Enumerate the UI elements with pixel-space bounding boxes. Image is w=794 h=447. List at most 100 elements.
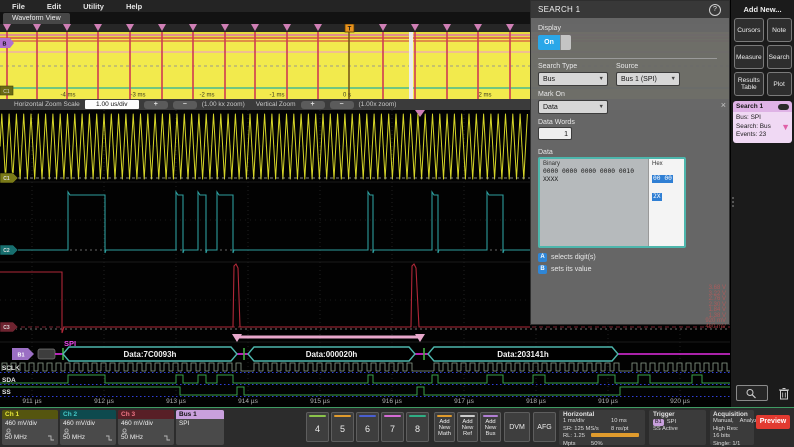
bus1-channel-badge-label: B1: [17, 353, 24, 359]
note-button[interactable]: Note: [767, 18, 792, 42]
data-entry-box[interactable]: Binary 0000 0000 0000 0000 0010 XXXX Hex…: [538, 157, 686, 248]
search1-card-title: Search 1: [736, 103, 763, 110]
binary-value[interactable]: 0000 0000 0000 0000 0010 XXXX: [543, 168, 645, 184]
search-dialog: SEARCH 1 ? Display On Search Type Bus▼ S…: [530, 0, 730, 325]
channel-7-button[interactable]: 7: [381, 412, 404, 442]
time-axis-label: 920 µs: [670, 398, 690, 405]
menu-file[interactable]: File: [12, 2, 25, 11]
ch3-scale-labels: 3.68 V3.22 V2.76 V2.30 V1.84 V1.38 V920 …: [694, 286, 726, 330]
acquisition-panel[interactable]: Acquisition Manual,Analyze High Res: 16 …: [710, 410, 754, 445]
overview-axis-label: 2 ms: [478, 93, 491, 99]
binary-pane: Binary 0000 0000 0000 0000 0010 XXXX: [540, 159, 648, 246]
menu-help[interactable]: Help: [126, 2, 142, 11]
data-words-input[interactable]: 1: [538, 127, 572, 140]
search-type-label: Search Type: [538, 63, 577, 70]
hzoom-value-input[interactable]: 1.00 us/div: [85, 100, 139, 109]
channel-5-button[interactable]: 5: [331, 412, 354, 442]
ss-label: SS: [2, 389, 11, 396]
c1-channel-badge-label: C1: [3, 176, 10, 182]
trigger-source-badge: B1: [653, 419, 664, 426]
hzoom-plus-button[interactable]: +: [144, 101, 168, 109]
bandwidth-icon: [105, 435, 113, 441]
channel-6-button[interactable]: 6: [356, 412, 379, 442]
time-axis-label: 911 µs: [22, 398, 42, 405]
vzoom-minus-button[interactable]: −: [330, 101, 354, 109]
search-dialog-header[interactable]: SEARCH 1 ?: [531, 1, 729, 18]
overview-axis-label: -1 ms: [270, 93, 285, 99]
bus-event-tick: [243, 348, 245, 360]
ch2-badge[interactable]: Ch 2 460 mV/div 50 MHz: [60, 410, 116, 445]
overview-axis-label: -4 ms: [61, 93, 76, 99]
cursors-button[interactable]: Cursors: [734, 18, 764, 42]
vzoom-factor: (1.00x zoom): [359, 101, 397, 108]
ch3-badge[interactable]: Ch 3 460 mV/div 50 MHz: [118, 410, 174, 445]
source-dropdown[interactable]: Bus 1 (SPI)▼: [616, 72, 680, 86]
source-label: Source: [616, 63, 638, 70]
channel-8-button[interactable]: 8: [406, 412, 429, 442]
knob-b-icon: B: [538, 265, 547, 274]
bandwidth-icon: [163, 435, 171, 441]
bus-packet-label: Data:7C0093h: [124, 350, 177, 359]
menu-utility[interactable]: Utility: [83, 2, 104, 11]
search-zoom-button[interactable]: [736, 385, 768, 401]
help-icon[interactable]: ?: [709, 4, 721, 16]
oscilloscope-app: File Edit Utility Help Waveform View TBC…: [0, 0, 794, 447]
plot-button[interactable]: Plot: [767, 72, 792, 96]
hzoom-minus-button[interactable]: −: [173, 101, 197, 109]
ch1-badge[interactable]: Ch 1 460 mV/div 50 MHz: [2, 410, 58, 445]
add-new-ref-button[interactable]: Add New Ref: [457, 412, 478, 442]
zoom-window-handle[interactable]: [409, 32, 413, 99]
search1-result-card[interactable]: Search 1 Bus: SPI Search: Bus Events: 23…: [733, 101, 792, 143]
time-axis-label: 915 µs: [310, 398, 330, 405]
sidebar-grip-handle[interactable]: [732, 195, 734, 209]
tab-waveform-view[interactable]: Waveform View: [3, 13, 70, 24]
binary-label: Binary: [543, 161, 645, 167]
chevron-down-icon: ▼: [599, 101, 604, 114]
overview-axis-label: -3 ms: [131, 93, 146, 99]
search-type-dropdown[interactable]: Bus▼: [538, 72, 608, 86]
hex-value-line2[interactable]: 2X: [652, 193, 662, 201]
display-label: Display: [538, 25, 561, 32]
hzoom-label: Horizontal Zoom Scale: [14, 101, 80, 108]
afg-button[interactable]: AFG: [533, 412, 556, 442]
time-axis-label: 919 µs: [598, 398, 618, 405]
display-toggle[interactable]: On: [538, 35, 571, 50]
hex-value-line1[interactable]: 00 00: [652, 175, 673, 183]
time-axis-label: 912 µs: [94, 398, 114, 405]
search1-events-line: Events: 23: [736, 131, 789, 140]
mark-on-dropdown[interactable]: Data▼: [538, 100, 608, 114]
add-new-bus-button[interactable]: Add New Bus: [480, 412, 501, 442]
time-axis-label: 916 µs: [382, 398, 402, 405]
knob-a-icon: A: [538, 253, 547, 262]
bus-packet-label: Data:000020h: [306, 350, 358, 359]
measure-button[interactable]: Measure: [734, 45, 764, 69]
time-axis-label: 914 µs: [238, 398, 258, 405]
hex-pane: Hex 00 00 2X: [648, 159, 684, 246]
channel-4-button[interactable]: 4: [306, 412, 329, 442]
time-axis-label: 918 µs: [526, 398, 546, 405]
time-axis-label: 917 µs: [454, 398, 474, 405]
preview-button[interactable]: Preview: [756, 415, 790, 429]
chevron-down-icon: ▼: [671, 73, 676, 86]
results-table-button[interactable]: Results Table: [734, 72, 764, 96]
bus1-badge[interactable]: Bus 1 SPI: [176, 410, 224, 445]
bus-handle[interactable]: [38, 349, 55, 359]
hzoom-factor: (1.00 kx zoom): [202, 101, 245, 108]
mark-on-label: Mark On: [538, 91, 565, 98]
c2-channel-badge-label: C2: [3, 248, 10, 254]
trash-icon[interactable]: [778, 387, 790, 400]
trigger-panel[interactable]: Trigger B1 SPI SS Active: [649, 410, 706, 445]
add-new-math-button[interactable]: Add New Math: [434, 412, 455, 442]
magnifier-icon: [745, 388, 759, 399]
vzoom-plus-button[interactable]: +: [301, 101, 325, 109]
search-button[interactable]: Search: [767, 45, 792, 69]
c3-channel-badge-label: C3: [3, 325, 10, 331]
overview-axis-label: -2 ms: [200, 93, 215, 99]
dvm-button[interactable]: DVM: [504, 412, 530, 442]
close-icon[interactable]: ×: [721, 101, 726, 110]
menu-edit[interactable]: Edit: [47, 2, 61, 11]
hint-a: A selects digit(s): [538, 253, 596, 262]
horizontal-panel[interactable]: Horizontal 1 ms/div10 ms SR: 125 MS/s8 n…: [559, 410, 645, 445]
display-toggle-knob: [560, 35, 571, 50]
ch1-position-label: C1: [3, 89, 10, 95]
